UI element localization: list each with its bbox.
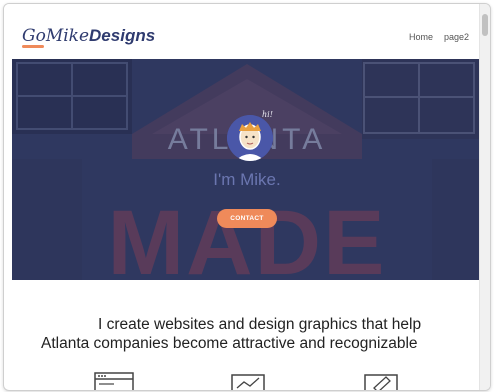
logo-underline bbox=[22, 45, 44, 48]
site-logo[interactable]: GoMikeDesigns bbox=[22, 26, 155, 46]
vertical-scrollbar[interactable] bbox=[479, 4, 490, 390]
site-header: GoMikeDesigns Home page2 bbox=[4, 4, 480, 60]
hero-title: I'm Mike. bbox=[213, 170, 281, 189]
intro-line-2: Atlanta companies become attractive and … bbox=[41, 335, 418, 352]
contact-button[interactable]: CONTACT bbox=[217, 209, 277, 228]
hero-section: ATLANTA MADE hi! I'm Mike. CONTACT bbox=[12, 59, 482, 280]
logo-text-part2: Designs bbox=[89, 26, 156, 45]
intro-line-1: I create websites and design graphics th… bbox=[98, 316, 422, 333]
avatar bbox=[227, 115, 273, 161]
scrollbar-thumb[interactable] bbox=[482, 14, 488, 36]
browser-window-icon bbox=[94, 372, 134, 390]
nav-link-page2[interactable]: page2 bbox=[444, 32, 469, 42]
browser-viewport: GoMikeDesigns Home page2 A bbox=[3, 3, 491, 391]
chart-icon bbox=[231, 374, 265, 390]
nav-link-home[interactable]: Home bbox=[409, 32, 433, 42]
avatar-illustration bbox=[227, 115, 273, 161]
logo-text-part1: GoMike bbox=[22, 26, 90, 46]
pencil-icon bbox=[364, 374, 398, 390]
